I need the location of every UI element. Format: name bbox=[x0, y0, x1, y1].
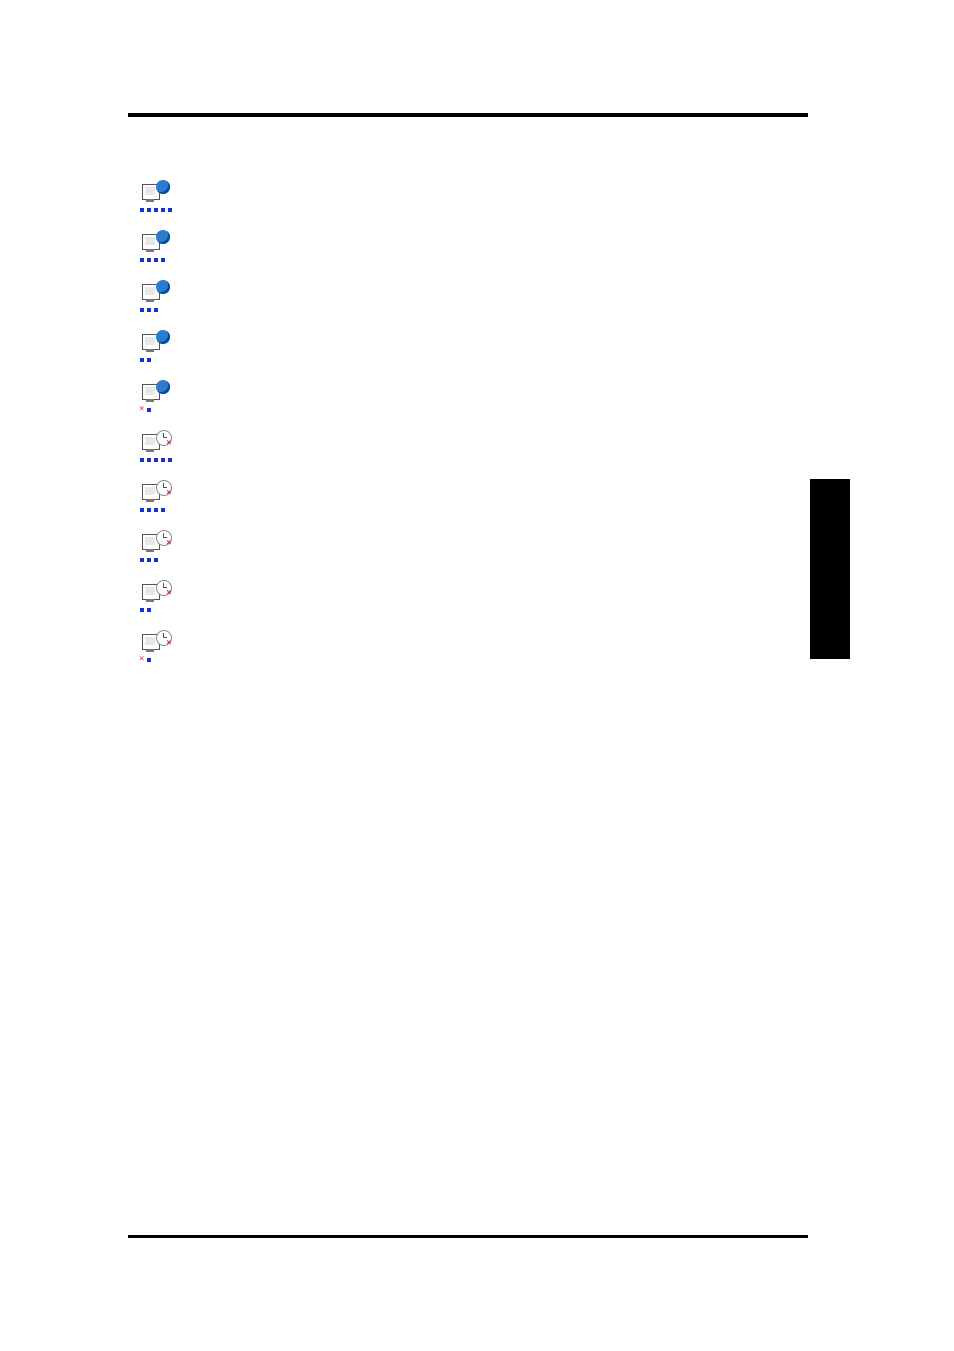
legend-desc bbox=[186, 526, 808, 576]
signal-2-globe-icon bbox=[140, 332, 174, 366]
signal-1x-clock-off-icon: × bbox=[140, 632, 174, 666]
legend-row: × bbox=[128, 476, 808, 526]
legend-desc bbox=[186, 226, 808, 276]
legend-row bbox=[128, 376, 808, 426]
signal-4-clock-off-icon: × bbox=[140, 482, 174, 516]
thumb-tab bbox=[810, 479, 850, 659]
legend-icon-cell bbox=[128, 226, 186, 276]
legend-row bbox=[128, 226, 808, 276]
legend-icon-cell: × bbox=[128, 426, 186, 476]
signal-5-globe-icon bbox=[140, 182, 174, 216]
legend-icon-cell: × bbox=[128, 576, 186, 626]
legend-desc bbox=[186, 576, 808, 626]
legend-desc bbox=[186, 176, 808, 226]
signal-2-clock-off-icon: × bbox=[140, 582, 174, 616]
legend-row bbox=[128, 326, 808, 376]
legend-icon-cell: × bbox=[128, 476, 186, 526]
legend-icon-cell bbox=[128, 176, 186, 226]
legend-desc bbox=[186, 626, 808, 676]
icon-legend-table: × × × × × bbox=[128, 176, 808, 676]
legend-icon-cell: × bbox=[128, 526, 186, 576]
footer-rule bbox=[128, 1235, 808, 1238]
signal-3-globe-icon bbox=[140, 282, 174, 316]
legend-icon-cell bbox=[128, 376, 186, 426]
signal-5-clock-off-icon: × bbox=[140, 432, 174, 466]
legend-icon-cell bbox=[128, 326, 186, 376]
legend-desc bbox=[186, 426, 808, 476]
legend-row: × bbox=[128, 576, 808, 626]
legend-desc bbox=[186, 376, 808, 426]
legend-row bbox=[128, 176, 808, 226]
header-rule bbox=[128, 113, 808, 117]
legend-desc bbox=[186, 326, 808, 376]
legend-icon-cell: × bbox=[128, 626, 186, 676]
legend-row: × bbox=[128, 526, 808, 576]
legend-desc bbox=[186, 276, 808, 326]
legend-row: × bbox=[128, 626, 808, 676]
legend-row bbox=[128, 276, 808, 326]
signal-1x-globe-icon bbox=[140, 382, 174, 416]
legend-row: × bbox=[128, 426, 808, 476]
legend-desc bbox=[186, 476, 808, 526]
legend-icon-cell bbox=[128, 276, 186, 326]
page: × × × × × bbox=[0, 0, 954, 1351]
signal-3-clock-off-icon: × bbox=[140, 532, 174, 566]
signal-4-globe-icon bbox=[140, 232, 174, 266]
